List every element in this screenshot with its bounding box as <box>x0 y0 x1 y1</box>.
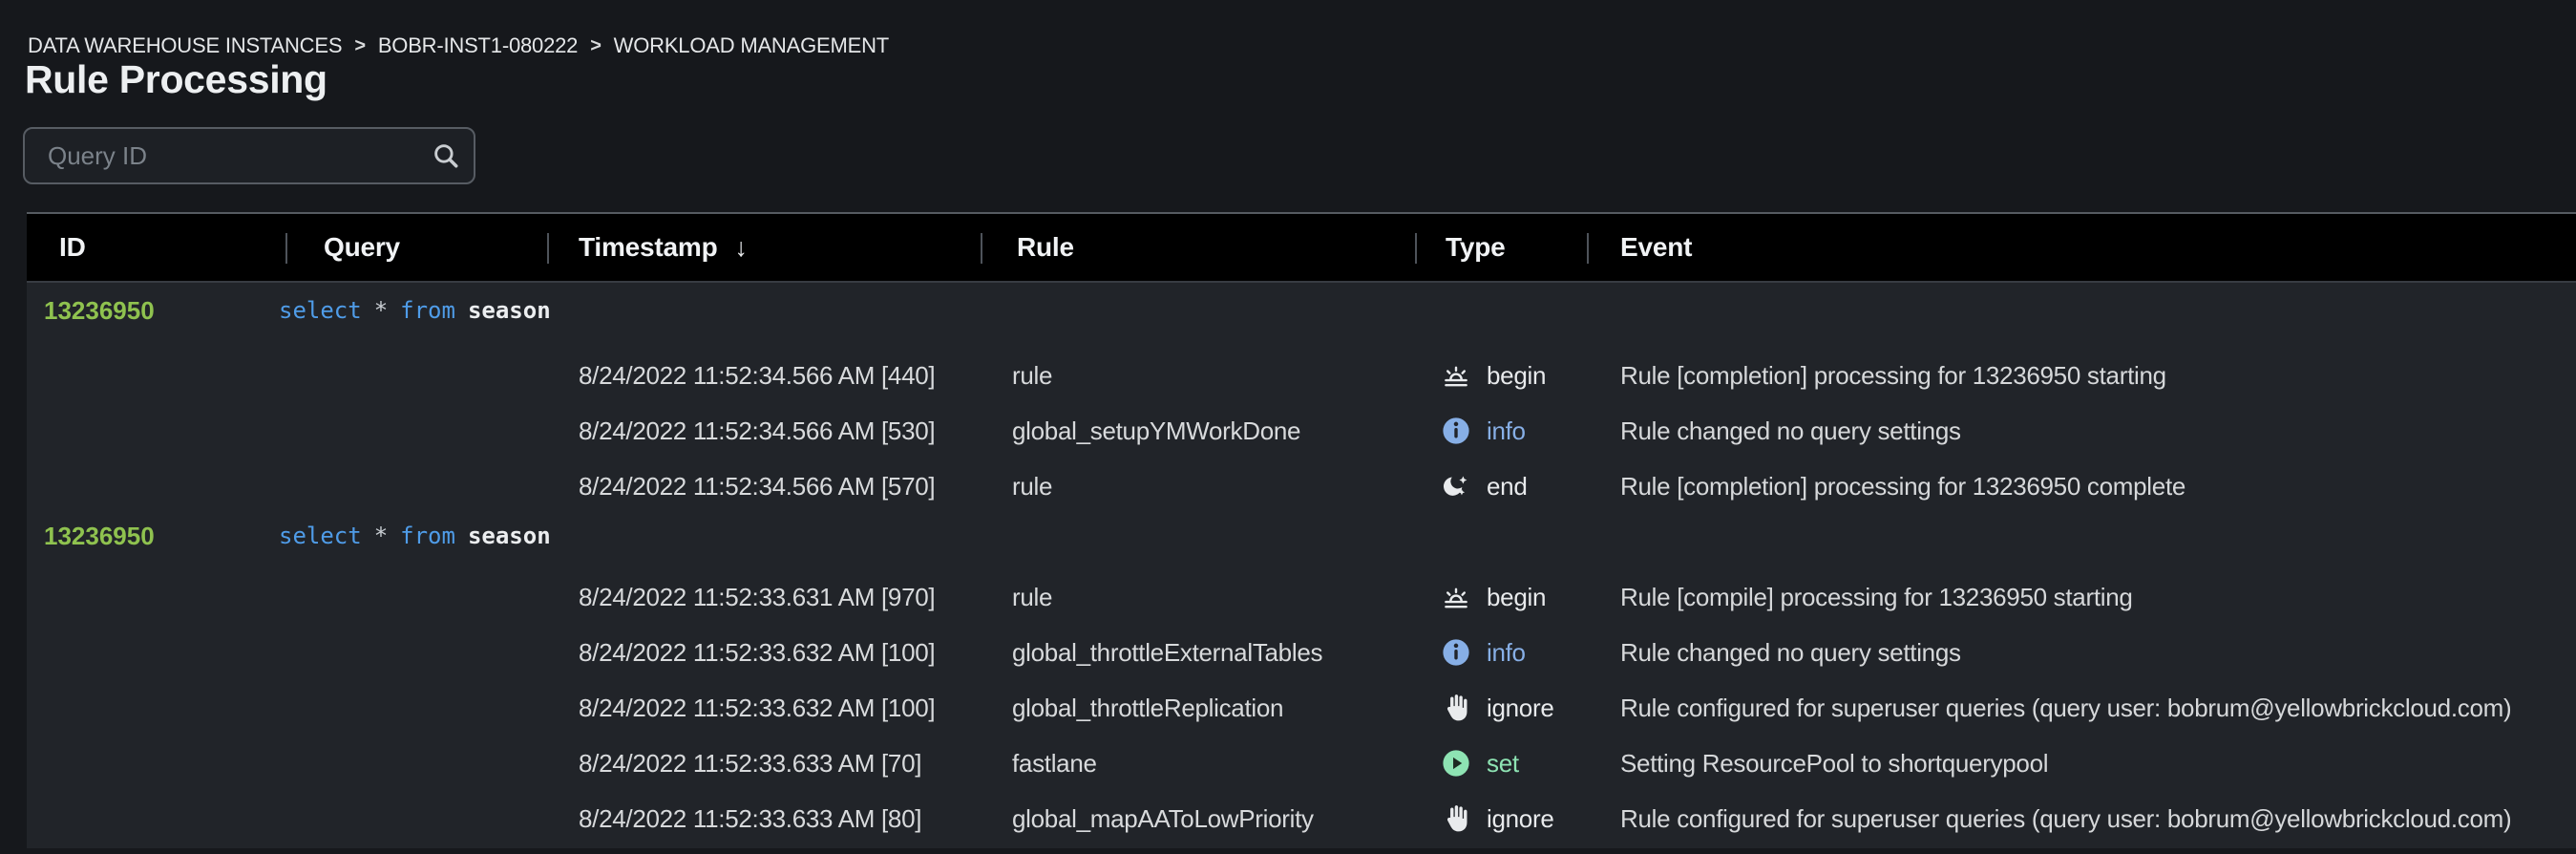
timestamp-value: 8/24/2022 11:52:34.566 AM [530] <box>579 403 935 459</box>
search-icon <box>432 141 460 170</box>
query-id-value: 13236950 <box>44 508 155 564</box>
event-text: Rule configured for superuser queries (q… <box>1620 791 2511 846</box>
type-label: end <box>1487 472 1527 502</box>
column-divider <box>1587 233 1589 264</box>
type-cell: info <box>1440 625 1526 680</box>
moon-sparkles-icon <box>1440 470 1472 502</box>
rule-event-row[interactable]: 8/24/2022 11:52:33.633 AM [70] fastlane … <box>27 736 2576 791</box>
rule-value: global_throttleExternalTables <box>1012 625 1322 680</box>
column-divider <box>285 233 287 264</box>
column-divider <box>547 233 549 264</box>
sort-descending-icon[interactable]: ↓ <box>735 233 748 263</box>
timestamp-value: 8/24/2022 11:52:33.632 AM [100] <box>579 680 935 736</box>
column-divider <box>981 233 982 264</box>
rule-event-row[interactable]: 8/24/2022 11:52:33.632 AM [100] global_t… <box>27 625 2576 680</box>
rule-processing-table: ID Query Timestamp ↓ Rule Type Event 132… <box>27 212 2576 848</box>
sql-table-name: season <box>468 297 551 324</box>
query-group-row[interactable]: 13236950 select * from season <box>27 283 2576 338</box>
rule-value: global_mapAAToLowPriority <box>1012 791 1314 846</box>
rule-value: global_setupYMWorkDone <box>1012 403 1300 459</box>
rule-event-row[interactable]: 8/24/2022 11:52:34.566 AM [440] rule beg… <box>27 348 2576 403</box>
sunrise-icon <box>1440 359 1472 392</box>
event-text: Rule configured for superuser queries (q… <box>1620 680 2511 736</box>
sql-table-name: season <box>468 523 551 549</box>
event-text: Rule changed no query settings <box>1620 625 1961 680</box>
rule-value: global_throttleReplication <box>1012 680 1283 736</box>
breadcrumb-item-workload[interactable]: WORKLOAD MANAGEMENT <box>614 33 889 58</box>
rule-value: fastlane <box>1012 736 1097 791</box>
timestamp-value: 8/24/2022 11:52:33.632 AM [100] <box>579 625 935 680</box>
type-label: ignore <box>1487 694 1553 723</box>
event-text: Rule changed no query settings <box>1620 403 1961 459</box>
type-label: ignore <box>1487 804 1553 834</box>
column-header-timestamp[interactable]: Timestamp ↓ <box>579 214 748 281</box>
sql-keyword: select <box>279 297 362 324</box>
play-circle-icon <box>1440 747 1472 779</box>
rule-value: rule <box>1012 459 1052 514</box>
table-header-row: ID Query Timestamp ↓ Rule Type Event <box>27 212 2576 283</box>
chevron-right-icon: > <box>354 35 365 57</box>
column-header-timestamp-label: Timestamp <box>579 232 718 263</box>
rule-value: rule <box>1012 348 1052 403</box>
column-divider <box>1415 233 1417 264</box>
type-label: begin <box>1487 361 1546 391</box>
info-icon <box>1440 636 1472 669</box>
sql-keyword: from <box>400 523 455 549</box>
type-label: set <box>1487 749 1519 779</box>
type-cell: info <box>1440 403 1526 459</box>
query-sql-text: select * from season <box>279 508 551 564</box>
column-header-rule[interactable]: Rule <box>1017 214 1074 281</box>
event-text: Rule [completion] processing for 1323695… <box>1620 348 2166 403</box>
column-header-id[interactable]: ID <box>59 214 86 281</box>
timestamp-value: 8/24/2022 11:52:34.566 AM [440] <box>579 348 935 403</box>
type-cell: end <box>1440 459 1527 514</box>
sql-star: * <box>374 297 388 324</box>
rule-value: rule <box>1012 569 1052 625</box>
type-cell: begin <box>1440 569 1546 625</box>
timestamp-value: 8/24/2022 11:52:33.633 AM [80] <box>579 791 921 846</box>
rule-event-row[interactable]: 8/24/2022 11:52:33.633 AM [80] global_ma… <box>27 791 2576 846</box>
type-label: info <box>1487 416 1526 446</box>
hand-icon <box>1440 692 1472 724</box>
type-cell: ignore <box>1440 791 1553 846</box>
page-title: Rule Processing <box>25 57 327 102</box>
type-label: begin <box>1487 583 1546 612</box>
rule-processing-page: DATA WAREHOUSE INSTANCES > BOBR-INST1-08… <box>0 0 2576 854</box>
timestamp-value: 8/24/2022 11:52:33.631 AM [970] <box>579 569 935 625</box>
rule-event-row[interactable]: 8/24/2022 11:52:34.566 AM [530] global_s… <box>27 403 2576 459</box>
event-text: Rule [compile] processing for 13236950 s… <box>1620 569 2133 625</box>
query-sql-text: select * from season <box>279 283 551 338</box>
rule-event-row[interactable]: 8/24/2022 11:52:33.631 AM [970] rule beg… <box>27 569 2576 625</box>
query-id-search-box <box>23 127 475 184</box>
sql-star: * <box>374 523 388 549</box>
info-icon <box>1440 415 1472 447</box>
type-cell: ignore <box>1440 680 1553 736</box>
timestamp-value: 8/24/2022 11:52:34.566 AM [570] <box>579 459 935 514</box>
breadcrumb: DATA WAREHOUSE INSTANCES > BOBR-INST1-08… <box>28 33 889 58</box>
sql-keyword: from <box>400 297 455 324</box>
event-text: Setting ResourcePool to shortquerypool <box>1620 736 2048 791</box>
type-label: info <box>1487 638 1526 668</box>
sql-keyword: select <box>279 523 362 549</box>
type-cell: set <box>1440 736 1519 791</box>
chevron-right-icon: > <box>590 35 601 57</box>
query-group-row[interactable]: 13236950 select * from season <box>27 508 2576 564</box>
query-id-value: 13236950 <box>44 283 155 338</box>
breadcrumb-item-instances[interactable]: DATA WAREHOUSE INSTANCES <box>28 33 342 58</box>
search-button[interactable] <box>418 129 474 182</box>
search-input[interactable] <box>25 129 418 182</box>
column-header-query[interactable]: Query <box>324 214 400 281</box>
rule-event-row[interactable]: 8/24/2022 11:52:34.566 AM [570] rule end… <box>27 459 2576 514</box>
timestamp-value: 8/24/2022 11:52:33.633 AM [70] <box>579 736 921 791</box>
breadcrumb-item-instance[interactable]: BOBR-INST1-080222 <box>378 33 578 58</box>
hand-icon <box>1440 802 1472 835</box>
column-header-event[interactable]: Event <box>1620 214 1692 281</box>
event-text: Rule [completion] processing for 1323695… <box>1620 459 2185 514</box>
column-header-type[interactable]: Type <box>1446 214 1505 281</box>
type-cell: begin <box>1440 348 1546 403</box>
sunrise-icon <box>1440 581 1472 613</box>
rule-event-row[interactable]: 8/24/2022 11:52:33.632 AM [100] global_t… <box>27 680 2576 736</box>
